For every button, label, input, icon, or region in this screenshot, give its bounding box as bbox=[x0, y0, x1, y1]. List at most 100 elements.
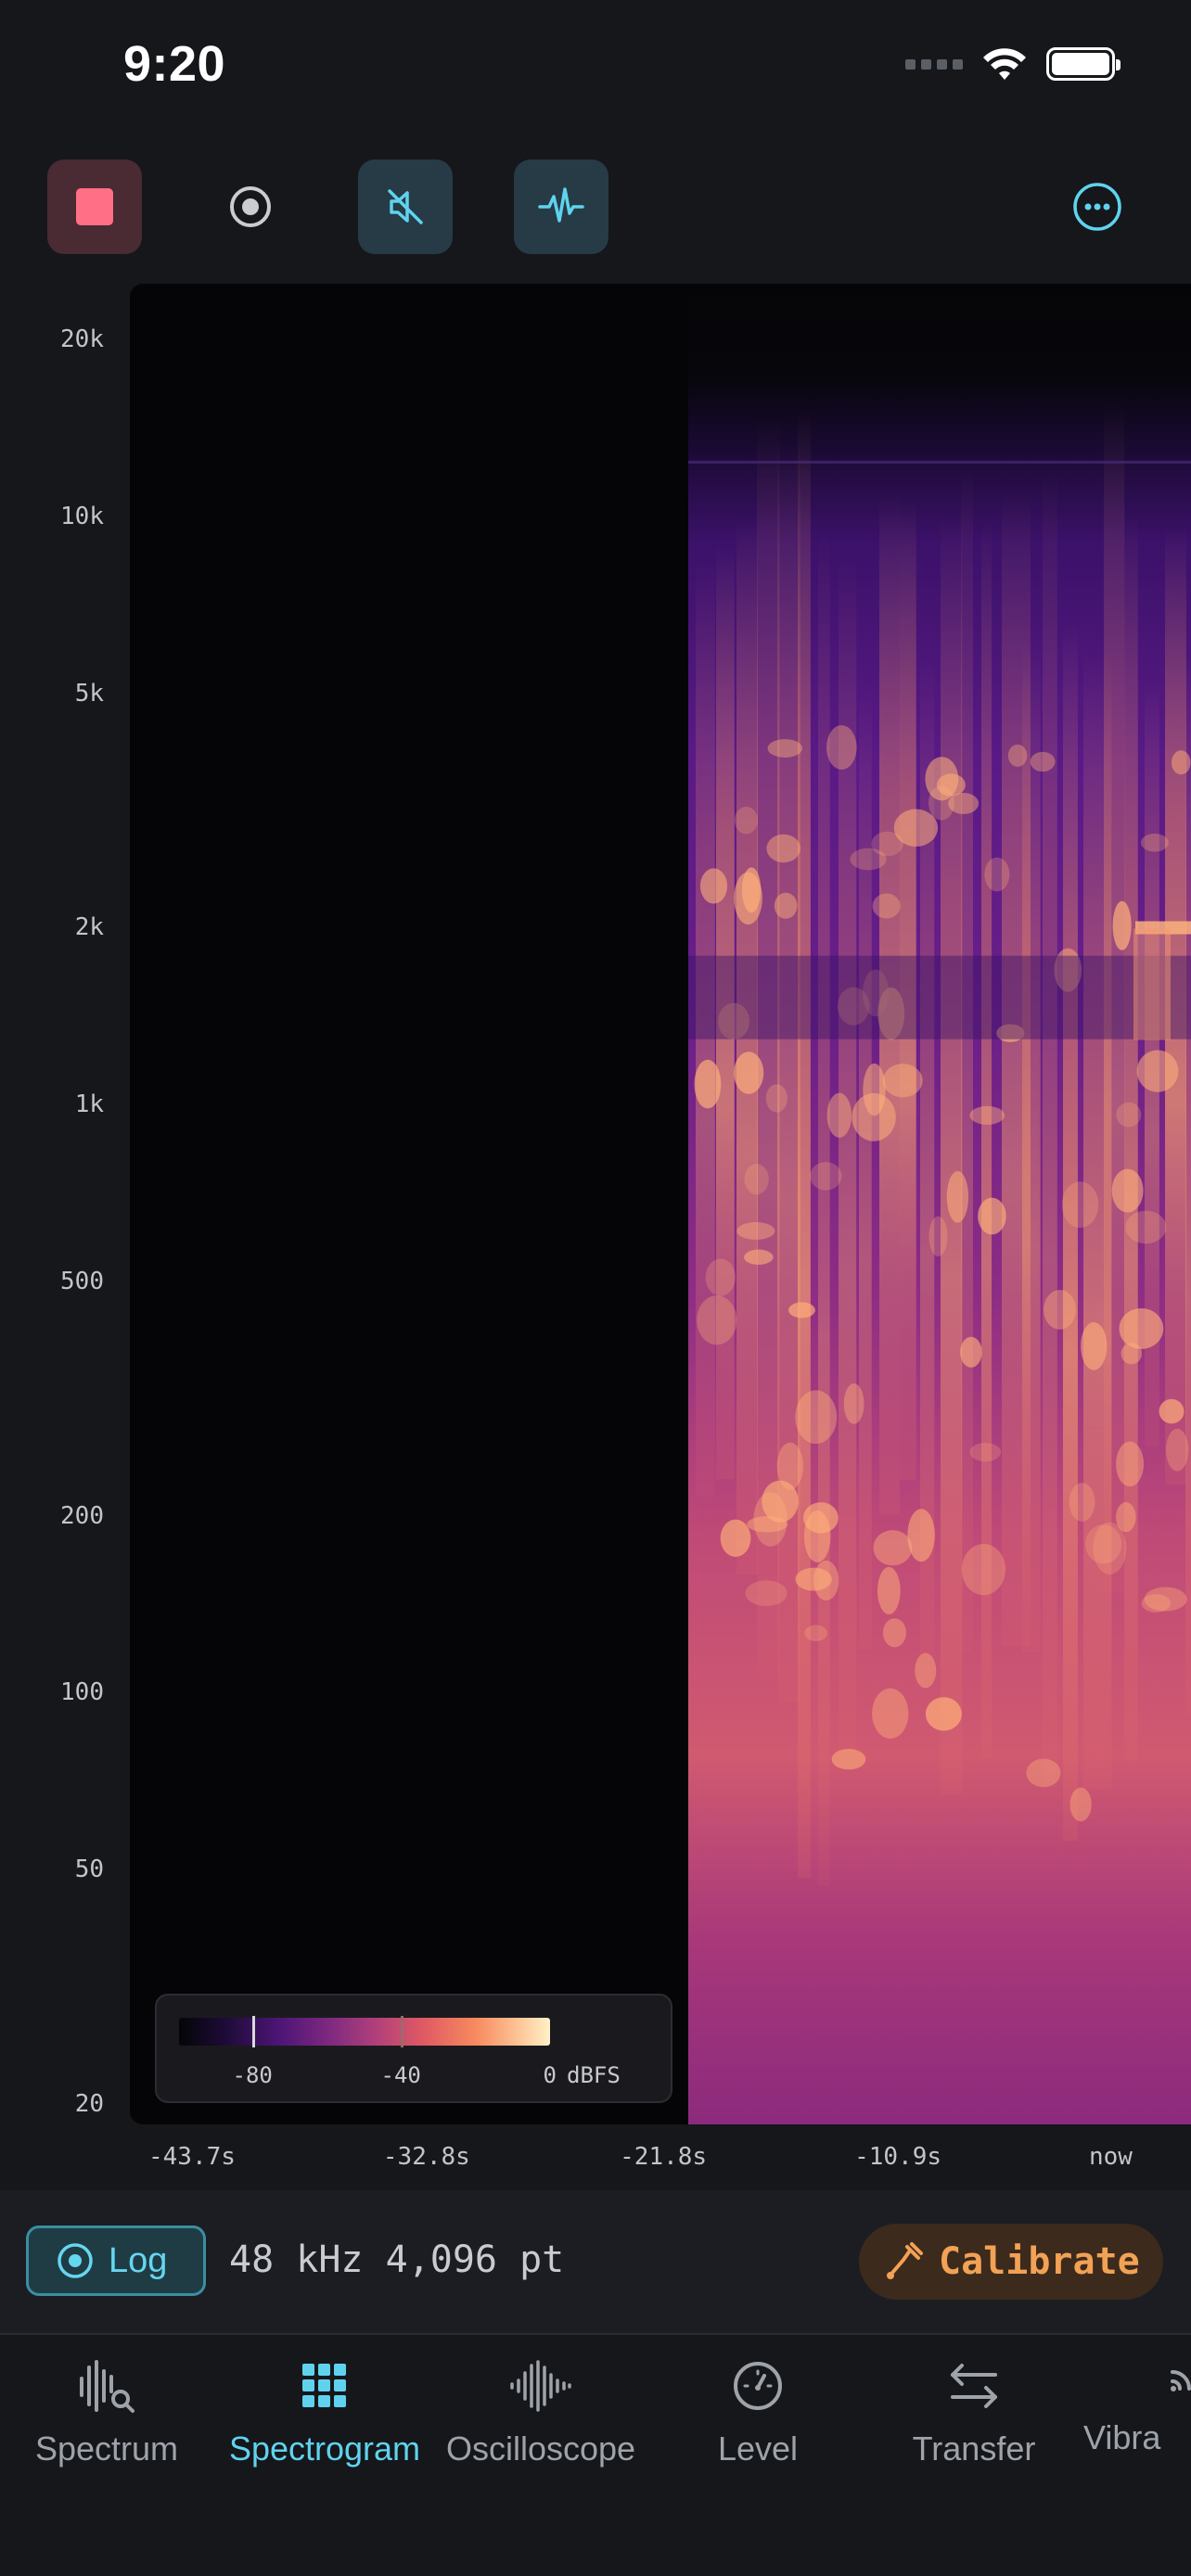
toolbar bbox=[0, 159, 1191, 256]
spectrogram-formant bbox=[872, 1688, 909, 1739]
spectrogram-formant bbox=[1044, 1289, 1076, 1330]
frequency-tick-label: 5k bbox=[74, 680, 104, 708]
analysis-settings[interactable]: 48 kHz 4,096 pt bbox=[229, 2238, 564, 2281]
spectrogram-heatmap bbox=[688, 284, 1191, 2124]
spectrogram-formant bbox=[1119, 1307, 1164, 1349]
spectrogram-formant bbox=[1144, 1587, 1187, 1612]
tab-label: Spectrum bbox=[34, 2429, 179, 2468]
mute-button[interactable] bbox=[358, 159, 453, 254]
spectrogram-formant bbox=[946, 1171, 969, 1223]
arrows-exchange-icon bbox=[951, 2364, 997, 2408]
tuning-fork-icon bbox=[887, 2242, 923, 2279]
spectrogram-formant bbox=[1165, 1428, 1189, 1472]
spectrogram-formant bbox=[1007, 744, 1028, 767]
spectrogram-formant bbox=[745, 1580, 788, 1607]
time-tick-label: -43.7s bbox=[148, 2143, 236, 2171]
tab-spectrogram[interactable]: Spectrogram bbox=[218, 2353, 431, 2468]
frequency-tick-label: 2k bbox=[74, 913, 104, 942]
colorbar-legend: -80 -40 0 dBFS bbox=[155, 1994, 672, 2103]
tab-transfer[interactable]: Transfer bbox=[867, 2353, 1081, 2468]
spectrogram-formant bbox=[753, 1492, 788, 1547]
spectrogram-burst bbox=[859, 687, 872, 1650]
wifi-icon bbox=[983, 48, 1026, 80]
gauge-icon bbox=[734, 2362, 782, 2410]
colorbar-label: -80 bbox=[232, 2062, 273, 2088]
spectrogram-formant bbox=[984, 857, 1010, 892]
record-icon bbox=[230, 186, 271, 227]
spectrogram-formant bbox=[1159, 1398, 1185, 1424]
time-tick-label: now bbox=[1089, 2143, 1133, 2171]
spectrogram-formant bbox=[1085, 1524, 1122, 1564]
spectrogram-tone-line bbox=[688, 460, 1191, 464]
spectrogram-plot[interactable] bbox=[130, 284, 1191, 2124]
tab-spectrum[interactable]: Spectrum bbox=[0, 2353, 213, 2468]
colorbar-unit: dBFS bbox=[567, 2062, 621, 2088]
waveform-icon bbox=[538, 187, 584, 223]
spectrogram-formant bbox=[795, 1567, 832, 1591]
time-tick-label: -32.8s bbox=[382, 2143, 470, 2171]
spectrogram-burst bbox=[1185, 654, 1191, 1715]
spectrogram-formant bbox=[734, 806, 759, 835]
colorbar-gradient bbox=[179, 2018, 550, 2046]
spectrogram-formant bbox=[882, 1618, 906, 1648]
spectrogram-formant bbox=[928, 1216, 948, 1256]
spectrogram-formant bbox=[877, 1566, 901, 1614]
log-scale-toggle[interactable]: Log bbox=[26, 2225, 206, 2296]
frequency-tick-label: 20 bbox=[74, 2089, 104, 2118]
calibrate-button[interactable]: Calibrate bbox=[859, 2224, 1163, 2300]
tab-label: Oscilloscope bbox=[445, 2429, 636, 2468]
spectrogram-formant bbox=[872, 893, 901, 919]
spectrogram-formant bbox=[744, 1164, 769, 1195]
waveform-button[interactable] bbox=[514, 159, 608, 254]
spectrogram-formant bbox=[1111, 1168, 1144, 1213]
calibrate-label: Calibrate bbox=[939, 2240, 1140, 2283]
log-label: Log bbox=[109, 2240, 168, 2280]
spectrogram-formant bbox=[915, 1652, 937, 1689]
tab-vibration[interactable]: Vibra bbox=[1083, 2353, 1191, 2457]
target-icon bbox=[58, 2243, 93, 2278]
spectrogram-formant bbox=[697, 1295, 737, 1345]
frequency-tick-label: 50 bbox=[74, 1855, 104, 1884]
spectrogram-burst bbox=[1124, 511, 1138, 1761]
tab-oscilloscope[interactable]: Oscilloscope bbox=[434, 2353, 647, 2468]
spectrogram-formant bbox=[795, 1390, 838, 1445]
spectrogram-formant bbox=[873, 1530, 913, 1566]
spectrogram-formant bbox=[1116, 1441, 1145, 1487]
frequency-tick-label: 1k bbox=[74, 1090, 104, 1119]
spectrogram-burst bbox=[1063, 622, 1078, 1842]
spectrum-search-icon bbox=[80, 2360, 134, 2413]
spectrogram-burst bbox=[1022, 644, 1041, 1652]
spectrogram-formant bbox=[1030, 751, 1056, 772]
spectrogram-tone-highlight bbox=[1133, 928, 1171, 1040]
frequency-tick-label: 500 bbox=[60, 1268, 104, 1296]
spectrogram-formant bbox=[776, 1442, 803, 1490]
spectrogram-formant bbox=[907, 1509, 935, 1562]
stop-button[interactable] bbox=[47, 159, 142, 254]
spectrogram-burst bbox=[736, 516, 758, 1575]
spectrogram-formant bbox=[1125, 1210, 1167, 1244]
vibration-icon bbox=[1171, 2370, 1191, 2391]
frequency-tick-label: 20k bbox=[60, 325, 104, 354]
spectrogram-formant bbox=[765, 1084, 788, 1113]
spectrogram-formant bbox=[720, 1519, 751, 1557]
spectrogram-formant bbox=[960, 1336, 982, 1368]
spectrogram-formant bbox=[741, 867, 762, 913]
spectrogram-formant bbox=[803, 1502, 839, 1534]
more-icon bbox=[1073, 183, 1121, 231]
spectrogram-formant bbox=[1112, 900, 1132, 950]
spectrogram-formant bbox=[1081, 1321, 1108, 1371]
spectrogram-formant bbox=[1140, 833, 1169, 852]
spectrogram-burst bbox=[1043, 465, 1057, 1788]
time-tick-label: -10.9s bbox=[854, 2143, 941, 2171]
status-indicators bbox=[905, 46, 1121, 82]
more-options-button[interactable] bbox=[1050, 159, 1145, 254]
spectrogram-formant bbox=[788, 1302, 815, 1319]
tab-level[interactable]: Level bbox=[651, 2353, 864, 2468]
colorbar-label: -40 bbox=[380, 2062, 421, 2088]
spectrogram-formant bbox=[1121, 1343, 1142, 1365]
spectrogram-burst bbox=[798, 410, 811, 1879]
status-time: 9:20 bbox=[123, 36, 226, 92]
spectrogram-burst bbox=[961, 461, 973, 1652]
record-button[interactable] bbox=[203, 159, 298, 254]
spectrogram-formant bbox=[810, 1162, 842, 1191]
